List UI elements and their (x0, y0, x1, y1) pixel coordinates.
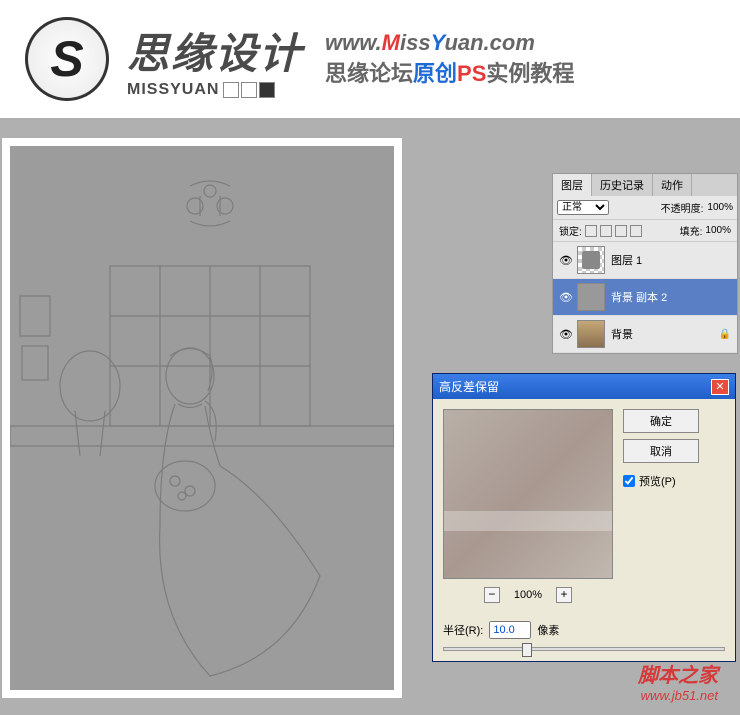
eye-icon[interactable]: 👁 (559, 328, 571, 340)
lock-label: 锁定: (559, 223, 582, 238)
canvas-image (10, 146, 394, 690)
watermark: 脚本之家 www.jb51.net (638, 659, 718, 703)
preview-image[interactable] (443, 409, 613, 579)
dialog-body: − 100% + 确定 取消 预览(P) (433, 399, 735, 613)
layer-row[interactable]: 👁 背景 🔒 (553, 316, 737, 353)
zoom-value: 100% (514, 589, 542, 601)
close-icon[interactable]: ✕ (711, 379, 729, 395)
workspace: 图层 历史记录 动作 正常 不透明度: 100% 锁定: 填充: 100% 👁 … (0, 118, 740, 715)
high-pass-dialog: 高反差保留 ✕ − 100% + 确定 取消 预览(P) (432, 373, 736, 662)
watermark-cn: 脚本之家 (638, 659, 718, 688)
eye-icon[interactable]: 👁 (559, 291, 571, 303)
tagline: www.MissYuan.com 思缘论坛原创PS实例教程 (325, 30, 574, 88)
dialog-buttons: 确定 取消 预览(P) (623, 409, 699, 603)
radius-label: 半径(R): (443, 622, 483, 638)
layer-name: 背景 (611, 326, 633, 342)
tab-history[interactable]: 历史记录 (592, 174, 653, 196)
ok-button[interactable]: 确定 (623, 409, 699, 433)
lock-icon: 🔒 (719, 329, 731, 340)
brand-cn: 思缘设计 (127, 20, 303, 81)
watermark-url: www.jb51.net (638, 688, 718, 703)
site-url: www.MissYuan.com (325, 30, 574, 56)
preview-checkbox-input[interactable] (623, 475, 635, 487)
radius-unit: 像素 (537, 622, 559, 638)
dialog-title-text: 高反差保留 (439, 378, 499, 395)
layer-name: 背景 副本 2 (611, 289, 667, 305)
zoom-controls: − 100% + (443, 587, 613, 603)
layers-controls: 正常 不透明度: 100% (553, 196, 737, 219)
zoom-in-button[interactable]: + (556, 587, 572, 603)
layer-row[interactable]: 👁 背景 副本 2 (553, 279, 737, 316)
layers-tabs: 图层 历史记录 动作 (553, 174, 737, 196)
tab-actions[interactable]: 动作 (653, 174, 692, 196)
logo-letter: S (50, 30, 83, 88)
logo: S (25, 17, 109, 101)
slider-thumb[interactable] (522, 643, 532, 657)
blend-mode-select[interactable]: 正常 (557, 200, 609, 215)
brand-boxes (223, 82, 275, 98)
opacity-value[interactable]: 100% (707, 202, 733, 213)
lock-all-icon[interactable] (630, 225, 642, 237)
opacity-label: 不透明度: (661, 200, 704, 215)
layer-thumbnail (577, 246, 605, 274)
logo-circle: S (25, 17, 109, 101)
lock-transparency-icon[interactable] (585, 225, 597, 237)
layer-name: 图层 1 (611, 252, 642, 268)
sketch-image (10, 146, 394, 690)
layer-thumbnail (577, 283, 605, 311)
zoom-out-button[interactable]: − (484, 587, 500, 603)
layer-thumbnail (577, 320, 605, 348)
tab-layers[interactable]: 图层 (553, 174, 592, 196)
header-banner: S 思缘设计 MISSYUAN www.MissYuan.com 思缘论坛原创P… (0, 0, 740, 118)
radius-input[interactable] (489, 621, 531, 639)
brand-block: 思缘设计 MISSYUAN (127, 20, 303, 99)
fill-value[interactable]: 100% (705, 225, 731, 236)
fill-label: 填充: (680, 223, 703, 238)
layers-lock-row: 锁定: 填充: 100% (553, 219, 737, 242)
dialog-titlebar[interactable]: 高反差保留 ✕ (433, 374, 735, 399)
layer-row[interactable]: 👁 图层 1 (553, 242, 737, 279)
slider-track (443, 647, 725, 651)
layers-panel: 图层 历史记录 动作 正常 不透明度: 100% 锁定: 填充: 100% 👁 … (552, 173, 738, 354)
lock-position-icon[interactable] (615, 225, 627, 237)
cancel-button[interactable]: 取消 (623, 439, 699, 463)
preview-checkbox[interactable]: 预览(P) (623, 473, 699, 489)
eye-icon[interactable]: 👁 (559, 254, 571, 266)
brand-en: MISSYUAN (127, 81, 303, 99)
preview-column: − 100% + (443, 409, 613, 603)
canvas[interactable] (2, 138, 402, 698)
subtitle: 思缘论坛原创PS实例教程 (325, 56, 574, 88)
lock-pixels-icon[interactable] (600, 225, 612, 237)
radius-row: 半径(R): 像素 (433, 613, 735, 647)
preview-checkbox-label: 预览(P) (639, 473, 676, 489)
